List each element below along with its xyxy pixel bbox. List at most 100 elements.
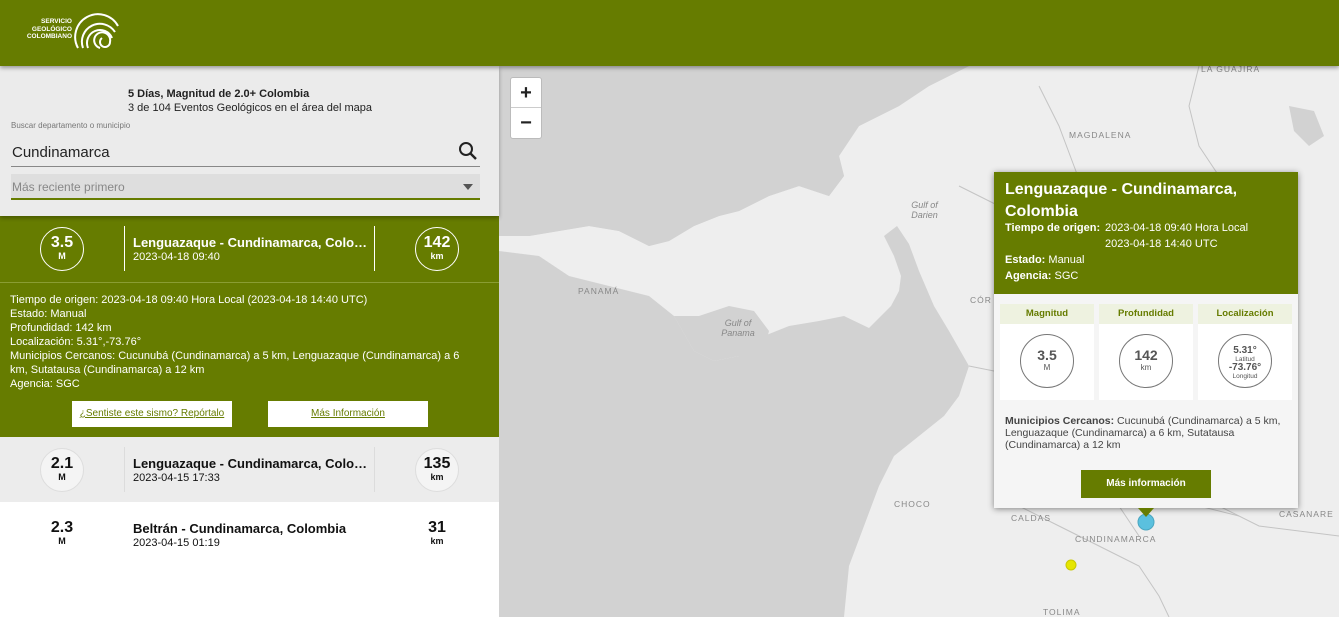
map-label: CALDAS — [1011, 513, 1052, 523]
detail-depth: Profundidad: 142 km — [10, 322, 112, 334]
depth-value: 31 — [428, 519, 446, 536]
popup-origin-row: Tiempo de origen: — [1005, 222, 1100, 234]
search-icon — [459, 142, 477, 160]
events-panel: 5 Días, Magnitud de 2.0+ Colombia 3 de 1… — [0, 66, 499, 617]
map-label: CASANARE — [1279, 509, 1334, 519]
agency-value: SGC — [1054, 270, 1079, 282]
depth-badge: 31 km — [415, 513, 459, 557]
depth-unit: km — [430, 251, 444, 261]
magnitude-unit: M — [1043, 363, 1051, 372]
sort-value: Más reciente primero — [12, 180, 125, 194]
event-item[interactable]: 2.3 M Beltrán - Cundinamarca, Colombia 2… — [0, 502, 499, 567]
popup-municipalities: Municipios Cercanos: Cucunubá (Cundinama… — [1005, 415, 1288, 451]
popup-magnitude-col: Magnitud 3.5 M — [1000, 304, 1094, 400]
municipalities-label: Municipios Cercanos: — [1005, 415, 1115, 427]
map-label: Gulf of Darien — [911, 200, 938, 220]
popup-location-col: Localización 5.31° Latitud -73.76° Longi… — [1198, 304, 1292, 400]
location-header: Localización — [1198, 304, 1292, 324]
map-label: Gulf of Panama — [721, 318, 755, 338]
zoom-control: + − — [510, 77, 542, 139]
depth-badge: 142 km — [415, 227, 459, 271]
search-input[interactable] — [11, 138, 480, 167]
event-item-selected[interactable]: 3.5 M Lenguazaque - Cundinamarca, Colomb… — [0, 216, 499, 282]
search-label: Buscar departamento o municipio — [11, 121, 131, 130]
magnitude-value: 2.3 — [50, 519, 74, 536]
event-item[interactable]: 2.1 M Lenguazaque - Cundinamarca, Colomb… — [0, 437, 499, 502]
logo-spiral-icon — [74, 13, 119, 49]
detail-location: Localización: 5.31°,-73.76° — [10, 336, 142, 348]
status-value: Manual — [1048, 254, 1085, 266]
depth-badge: 135 km — [415, 448, 459, 492]
popup-more-info-button[interactable]: Más información — [1081, 470, 1211, 498]
map-label: PANAMÁ — [578, 286, 620, 296]
popup-pointer — [1138, 508, 1154, 517]
event-time: 2023-04-15 01:19 — [133, 537, 220, 549]
report-earthquake-button[interactable]: ¿Sentiste este sismo? Repórtalo — [72, 401, 232, 427]
top-bar: SERVICIO GEOLÓGICO COLOMBIANO — [0, 0, 1339, 66]
popup-status-row: Estado: Manual — [1005, 254, 1084, 266]
magnitude-badge: 2.1 M — [40, 448, 84, 492]
depth-unit: km — [430, 472, 444, 482]
event-popup: Lenguazaque - Cundinamarca, Colombia Tie… — [994, 172, 1298, 508]
map-label: CÓR — [970, 295, 992, 305]
sgc-logo[interactable]: SERVICIO GEOLÓGICO COLOMBIANO — [18, 8, 128, 52]
magnitude-header: Magnitud — [1000, 304, 1094, 324]
depth-value: 142 — [423, 234, 451, 251]
map-label: MAGDALENA — [1069, 130, 1132, 140]
magnitude-unit: M — [58, 251, 66, 261]
zoom-out-button[interactable]: − — [511, 108, 541, 138]
longitude-label: Longitud — [1232, 373, 1258, 380]
logo-text: SERVICIO GEOLÓGICO COLOMBIANO — [26, 18, 72, 40]
depth-circle: 142 km — [1119, 334, 1173, 388]
divider — [374, 226, 375, 271]
event-name: Lenguazaque - Cundinamarca, Colombia — [133, 456, 368, 471]
magnitude-value: 3.5 — [1037, 347, 1057, 363]
panel-title: 5 Días, Magnitud de 2.0+ Colombia — [128, 88, 310, 100]
event-name: Beltrán - Cundinamarca, Colombia — [133, 521, 347, 536]
magnitude-badge: 2.3 M — [40, 513, 84, 557]
popup-title: Lenguazaque - Cundinamarca, Colombia — [1005, 181, 1238, 220]
map-label: CHOCO — [894, 499, 931, 509]
agency-label: Agencia: — [1005, 270, 1052, 282]
divider — [124, 226, 125, 271]
events-count: 3 de 104 Eventos Geológicos en el área d… — [128, 102, 372, 114]
location-circle: 5.31° Latitud -73.76° Longitud — [1218, 334, 1272, 388]
popup-body: Magnitud 3.5 M Profundidad 142 km Locali… — [994, 294, 1298, 508]
more-info-button[interactable]: Más Información — [268, 401, 428, 427]
popup-origin-utc: 2023-04-18 14:40 UTC — [1105, 238, 1218, 250]
magnitude-circle: 3.5 M — [1020, 334, 1074, 388]
depth-unit: km — [430, 536, 444, 546]
sort-select[interactable]: Más reciente primero — [11, 174, 480, 200]
popup-header: Lenguazaque - Cundinamarca, Colombia Tie… — [994, 172, 1298, 294]
popup-agency-row: Agencia: SGC — [1005, 270, 1078, 282]
divider — [124, 447, 125, 492]
status-label: Estado: — [1005, 254, 1046, 266]
zoom-in-button[interactable]: + — [511, 78, 541, 108]
depth-unit: km — [1140, 363, 1152, 372]
magnitude-unit: M — [58, 472, 66, 482]
map-label: LA GUAJIRA — [1201, 66, 1261, 74]
search-button[interactable] — [457, 140, 479, 162]
caret-down-icon — [463, 184, 473, 190]
event-detail: Tiempo de origen: 2023-04-18 09:40 Hora … — [0, 282, 499, 437]
magnitude-badge: 3.5 M — [40, 227, 84, 271]
event-name: Lenguazaque - Cundinamarca, Colombia — [133, 235, 368, 250]
magnitude-unit: M — [58, 536, 66, 546]
detail-origin-time: Tiempo de origen: 2023-04-18 09:40 Hora … — [10, 294, 368, 306]
detail-agency: Agencia: SGC — [10, 378, 80, 390]
popup-depth-col: Profundidad 142 km — [1099, 304, 1193, 400]
map-label: TOLIMA — [1043, 607, 1081, 617]
depth-header: Profundidad — [1099, 304, 1193, 324]
depth-value: 135 — [423, 455, 451, 472]
event-marker[interactable] — [1065, 559, 1077, 571]
panel-header: 5 Días, Magnitud de 2.0+ Colombia 3 de 1… — [0, 66, 499, 216]
depth-value: 142 — [1134, 347, 1158, 363]
detail-status: Estado: Manual — [10, 308, 87, 320]
magnitude-value: 3.5 — [50, 234, 74, 251]
longitude-value: -73.76° — [1228, 362, 1262, 373]
latitude-value: 5.31° — [1233, 345, 1257, 356]
event-time: 2023-04-15 17:33 — [133, 472, 220, 484]
event-time: 2023-04-18 09:40 — [133, 251, 220, 263]
origin-label: Tiempo de origen: — [1005, 222, 1101, 234]
popup-origin-local: 2023-04-18 09:40 Hora Local — [1105, 222, 1249, 234]
